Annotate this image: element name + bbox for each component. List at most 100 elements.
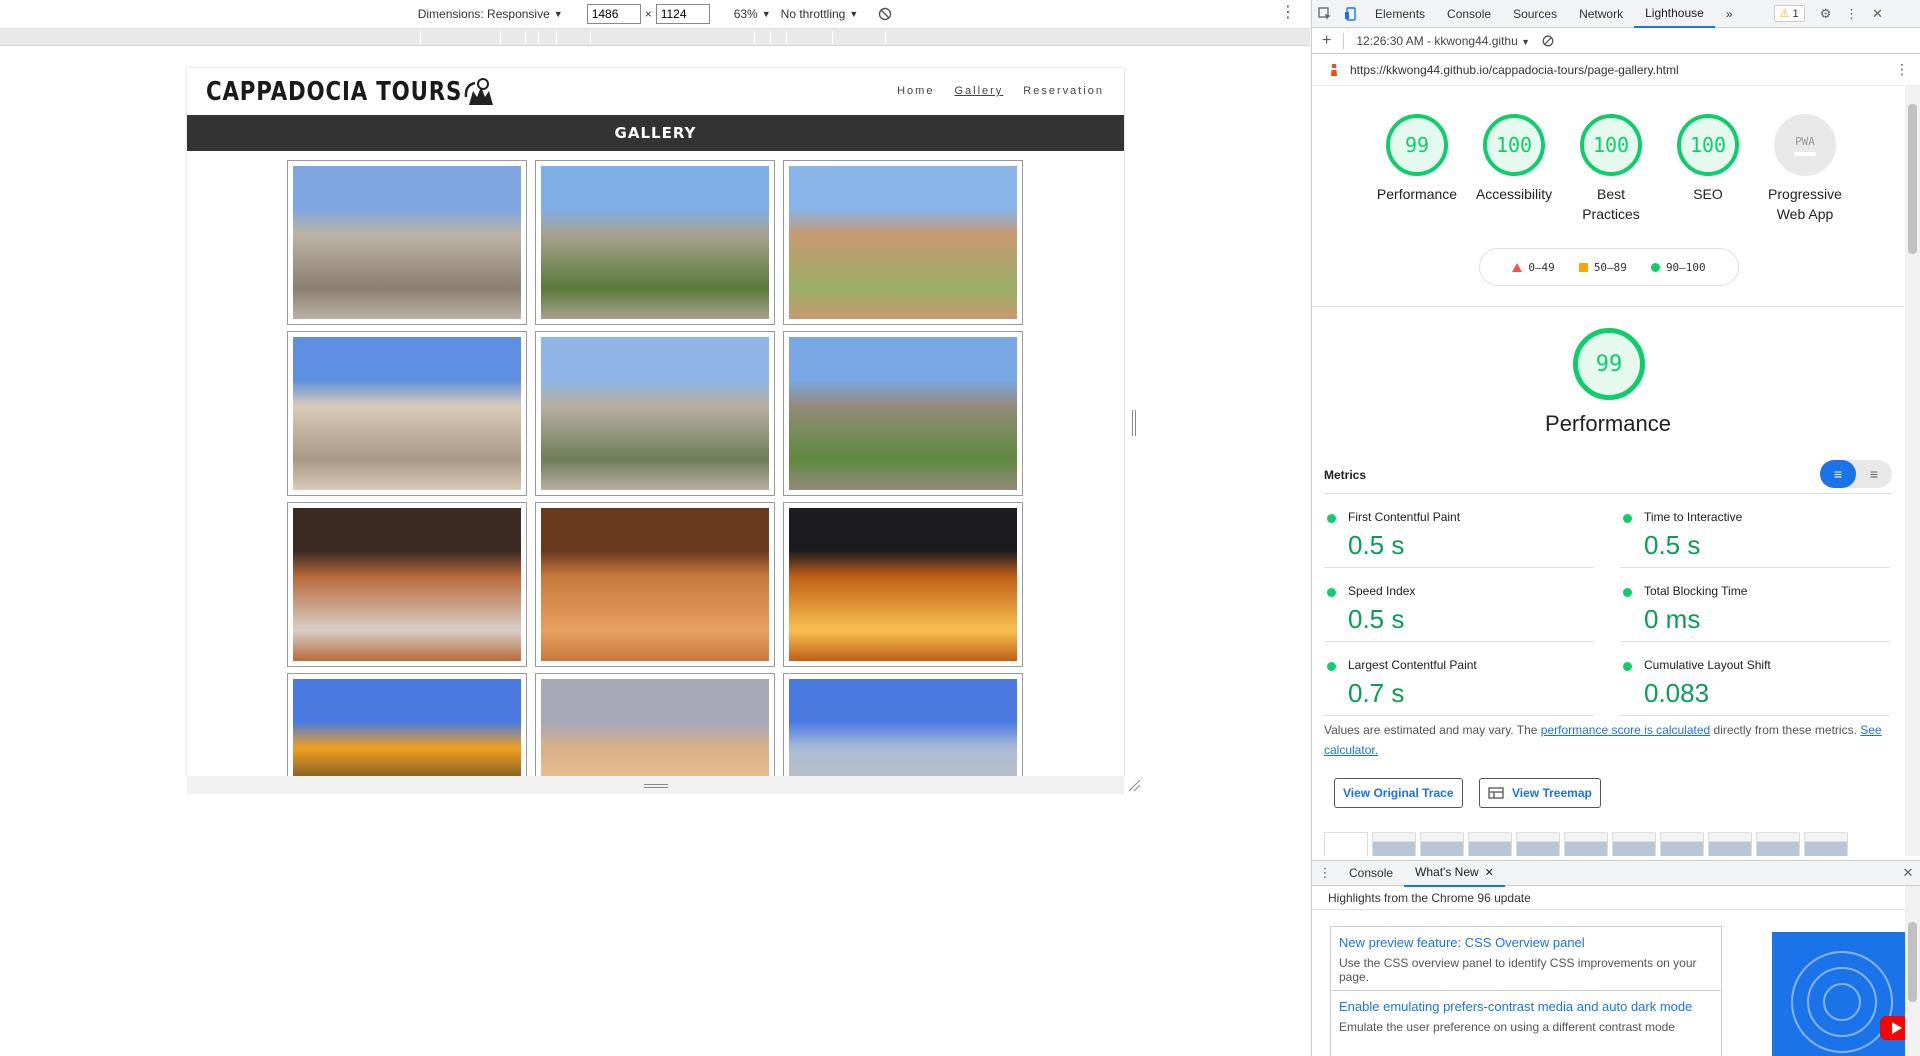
throttling-select[interactable]: No throttling ▼ [781, 7, 859, 21]
corner-resize-icon[interactable] [1127, 778, 1141, 792]
whats-new-heading: Highlights from the Chrome 96 update [1312, 886, 1920, 910]
score-calculated-link[interactable]: performance score is calculated [1541, 723, 1710, 737]
score-gauges: 99 Performance 100 Accessibility 100 Bes… [1312, 86, 1904, 306]
filmstrip-frame [1660, 832, 1704, 856]
drawer-tab-console[interactable]: Console [1338, 859, 1404, 887]
height-input[interactable] [655, 4, 710, 24]
metric-value: 0.5 s [1644, 530, 1701, 560]
gallery-photo-balloon-sunrise[interactable] [535, 673, 775, 776]
ruler-tick [754, 31, 755, 44]
ruler-tick [500, 31, 501, 44]
settings-gear-icon[interactable]: ⚙ [1813, 0, 1839, 28]
legend-label: 0–49 [1528, 260, 1555, 274]
gallery-photo-balloon-check[interactable] [287, 673, 527, 776]
clear-icon[interactable] [1542, 35, 1554, 47]
side-resize-grip-icon[interactable] [1132, 410, 1136, 436]
dimensions-select[interactable]: Dimensions: Responsive ▼ [418, 7, 563, 21]
tab-sources[interactable]: Sources [1502, 0, 1568, 28]
whats-new-card[interactable]: New preview feature: CSS Overview panel … [1330, 926, 1722, 991]
card-title[interactable]: Enable emulating prefers-contrast media … [1339, 997, 1713, 1016]
gauge-accessibility[interactable]: 100 Accessibility [1465, 114, 1563, 204]
gallery-photo-underground-room[interactable] [287, 502, 527, 667]
report-select[interactable]: 12:26:30 AM - kkwong44.githu ▼ [1356, 34, 1530, 48]
inspect-element-icon[interactable] [1312, 0, 1338, 28]
view-treemap-button[interactable]: View Treemap [1479, 778, 1601, 808]
report-scroll-thumb[interactable] [1908, 104, 1917, 254]
drawer-scroll-thumb[interactable] [1908, 922, 1917, 1002]
divider [1312, 306, 1904, 307]
gauge-pwa[interactable]: PWA Progressive Web App [1756, 114, 1854, 224]
gallery-photo-rock-valley[interactable] [287, 160, 527, 325]
legend-average: 50–89 [1578, 261, 1627, 274]
performance-score-gauge: 99 [1573, 328, 1645, 400]
compact-view-icon[interactable]: ≡ [1820, 460, 1856, 488]
whats-new-video-thumbnail[interactable] [1772, 932, 1912, 1056]
score-label: Accessibility [1475, 186, 1553, 202]
pass-circle-icon [1623, 662, 1632, 671]
devtools-menu-icon[interactable]: ⋮ [1839, 0, 1865, 28]
drawer-tabbar: ⋮ Console What's New ✕ ✕ [1312, 859, 1920, 887]
ruler-tick [590, 31, 591, 44]
gallery-photo-balloon-burner[interactable] [783, 502, 1023, 667]
gauge-performance[interactable]: 99 Performance [1368, 114, 1466, 204]
drawer-tab-whats-new[interactable]: What's New ✕ [1404, 859, 1505, 887]
expanded-view-icon[interactable]: ≡ [1856, 460, 1892, 488]
note-text: directly from these metrics. [1710, 723, 1861, 737]
bottom-resize-grip-icon[interactable] [644, 784, 668, 788]
metric-value: 0 ms [1644, 604, 1701, 634]
filmstrip-frame [1804, 832, 1848, 856]
more-tabs-icon[interactable]: » [1715, 0, 1744, 28]
device-emulation-area: Dimensions: Responsive ▼ × 63% ▼ No thro… [0, 0, 1310, 1056]
warning-badge[interactable]: ⚠ 1 [1773, 5, 1805, 22]
whats-new-card[interactable]: Enable emulating prefers-contrast media … [1330, 990, 1722, 1056]
average-square-icon [1578, 262, 1588, 272]
pass-circle-icon [1327, 514, 1336, 523]
media-query-ruler[interactable] [0, 29, 1310, 46]
report-url[interactable]: https://kkwong44.github.io/cappadocia-to… [1350, 63, 1679, 77]
report-menu-icon[interactable]: ⋮ [1895, 61, 1909, 78]
emulated-viewport: CAPPADOCIA TOURS Home Gallery Reservatio… [187, 68, 1124, 776]
gallery-photo-underground-tunnel[interactable] [535, 502, 775, 667]
close-drawer-icon[interactable]: ✕ [1895, 859, 1920, 887]
view-original-trace-button[interactable]: View Original Trace [1334, 778, 1463, 808]
gallery-photo-fairy-chimneys[interactable] [535, 160, 775, 325]
rotate-icon[interactable] [878, 7, 892, 21]
tab-network[interactable]: Network [1568, 0, 1634, 28]
filmstrip-frame [1372, 832, 1416, 856]
card-description: Emulate the user preference on using a d… [1339, 1020, 1675, 1034]
metric-label: Total Blocking Time [1644, 584, 1748, 598]
gauge-seo[interactable]: 100 SEO [1659, 114, 1757, 204]
gauge-best-practices[interactable]: 100 Best Practices [1562, 114, 1660, 224]
close-tab-icon[interactable]: ✕ [1485, 866, 1494, 879]
gallery-photo-green-valley[interactable] [783, 331, 1023, 496]
more-options-icon[interactable]: ⋮ [1280, 5, 1296, 21]
device-toggle-icon[interactable] [1338, 0, 1364, 28]
throttling-label: No throttling [780, 7, 846, 21]
gallery-photo-uchisar-castle[interactable] [535, 331, 775, 496]
tab-label: What's New [1415, 865, 1479, 879]
lighthouse-report: 99 Performance 100 Accessibility 100 Bes… [1312, 86, 1904, 856]
nav-gallery[interactable]: Gallery [954, 85, 1003, 97]
new-report-icon[interactable]: + [1322, 32, 1331, 50]
legend-fail: 0–49 [1512, 261, 1555, 274]
gallery-photo-camel-rock[interactable] [783, 160, 1023, 325]
width-input[interactable] [586, 4, 641, 24]
fail-triangle-icon [1512, 262, 1523, 272]
drawer-menu-icon[interactable]: ⋮ [1312, 859, 1338, 887]
zoom-select[interactable]: 63% ▼ [734, 7, 771, 21]
score-value: 100 [1483, 114, 1545, 176]
tab-elements[interactable]: Elements [1364, 0, 1436, 28]
card-title[interactable]: New preview feature: CSS Overview panel [1339, 933, 1713, 952]
nav-reservation[interactable]: Reservation [1023, 85, 1104, 97]
close-devtools-icon[interactable]: ✕ [1865, 0, 1891, 28]
button-label: View Treemap [1512, 786, 1592, 800]
metrics-view-toggle[interactable]: ≡ ≡ [1820, 460, 1892, 488]
tab-lighthouse[interactable]: Lighthouse [1634, 0, 1715, 28]
gallery-photo-balloon-valley[interactable] [783, 673, 1023, 776]
tab-console[interactable]: Console [1436, 0, 1502, 28]
gallery-photo-cave-houses[interactable] [287, 331, 527, 496]
score-legend: 0–49 50–89 90–100 [1479, 248, 1739, 286]
site-title[interactable]: CAPPADOCIA TOURS [206, 77, 462, 107]
metrics-note: Values are estimated and may vary. The p… [1324, 720, 1894, 760]
nav-home[interactable]: Home [897, 85, 934, 97]
